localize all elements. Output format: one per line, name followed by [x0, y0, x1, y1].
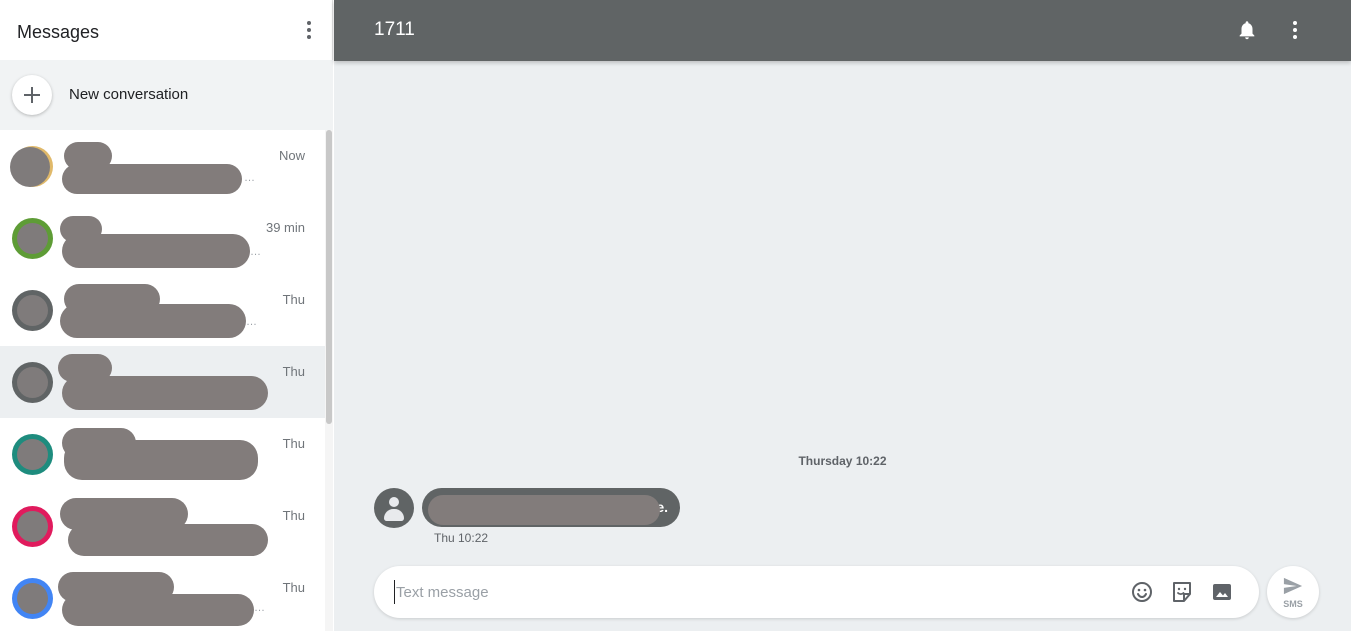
- conversation-time: Thu: [282, 292, 305, 307]
- new-conversation-button[interactable]: New conversation: [0, 60, 333, 130]
- redacted-preview: [62, 234, 250, 268]
- conversation-time: Thu: [282, 508, 305, 523]
- send-label: SMS: [1283, 599, 1303, 609]
- avatar: [12, 362, 53, 403]
- redacted-preview: [64, 440, 258, 480]
- redacted-preview: [62, 594, 254, 626]
- plus-icon: [12, 75, 52, 115]
- conversation-time: Thu: [282, 364, 305, 379]
- message-bubble[interactable]: e.: [422, 488, 680, 527]
- image-icon[interactable]: [1210, 580, 1234, 604]
- conversation-list: … Now … 39 min … Thu Thu Thu Thu … Thu: [0, 130, 325, 631]
- conversation-time: Now: [278, 148, 305, 163]
- conversation-time: 39 min: [265, 220, 305, 235]
- redacted-preview: [60, 304, 246, 338]
- conversation-item[interactable]: … Now: [0, 130, 325, 202]
- conversation-sidebar: Messages New conversation … Now … 39 min: [0, 0, 333, 631]
- redacted-preview: [62, 164, 242, 194]
- date-divider: Thursday 10:22: [798, 454, 887, 468]
- message-input[interactable]: [394, 580, 1094, 604]
- send-icon: [1283, 577, 1303, 595]
- conversation-item[interactable]: Thu: [0, 490, 325, 562]
- avatar: [12, 506, 53, 547]
- redacted-preview: [62, 376, 268, 410]
- redacted-message: [428, 495, 660, 525]
- conversation-item[interactable]: … Thu: [0, 562, 325, 631]
- new-conversation-label: New conversation: [69, 86, 189, 103]
- contact-avatar-icon: [374, 488, 414, 528]
- conversation-item[interactable]: … Thu: [0, 274, 325, 346]
- conversation-item[interactable]: Thu: [0, 418, 325, 490]
- sidebar-header: Messages: [0, 0, 333, 60]
- conversation-list-scrollbar[interactable]: [325, 130, 333, 631]
- conversation-title: 1711: [374, 19, 415, 40]
- avatar: [12, 434, 53, 475]
- conversation-time: Thu: [282, 436, 305, 451]
- avatar: [10, 146, 53, 187]
- scrollbar-thumb[interactable]: [326, 130, 332, 424]
- conversation-item[interactable]: Thu: [0, 346, 325, 418]
- sidebar-more-vert-icon[interactable]: [298, 18, 320, 42]
- send-button[interactable]: SMS: [1267, 566, 1319, 618]
- message-timestamp: Thu 10:22: [434, 531, 489, 545]
- sticker-icon[interactable]: [1170, 580, 1194, 604]
- avatar: [12, 578, 53, 619]
- emoji-icon[interactable]: [1130, 580, 1154, 604]
- conversation-pane: 1711 Thursday 10:22 e. Thu 10:22 Text me…: [334, 0, 1351, 631]
- app-title: Messages: [17, 22, 100, 42]
- bell-icon[interactable]: [1236, 18, 1258, 42]
- avatar: [12, 218, 53, 259]
- conversation-header: 1711: [334, 0, 1351, 61]
- compose-bar: [374, 566, 1259, 618]
- more-vert-icon[interactable]: [1284, 18, 1306, 42]
- avatar: [12, 290, 53, 331]
- redacted-preview: [68, 524, 268, 556]
- conversation-item[interactable]: … 39 min: [0, 202, 325, 274]
- conversation-time: Thu: [282, 580, 305, 595]
